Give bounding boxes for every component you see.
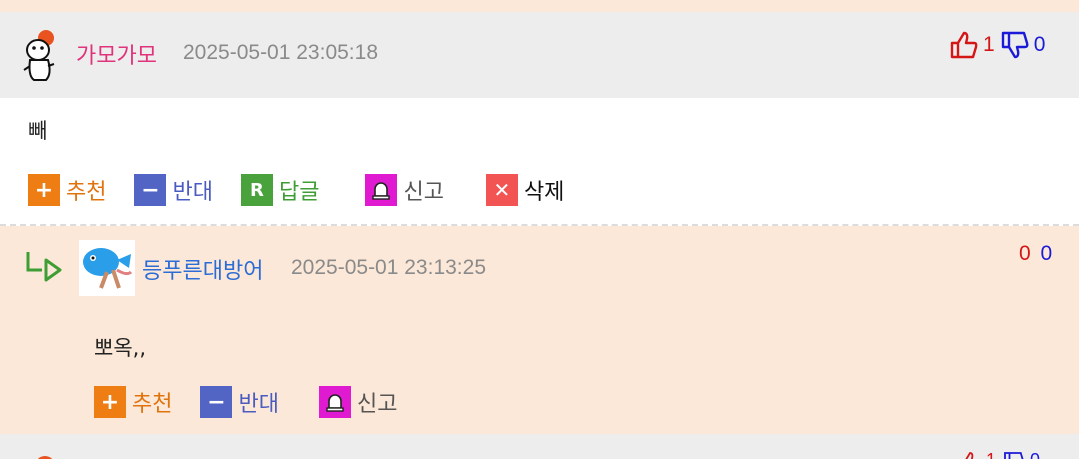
reply-button[interactable]: R 답글: [240, 174, 320, 206]
reply-report-button[interactable]: 신고: [318, 386, 398, 418]
delete-button[interactable]: ✕ 삭제: [485, 174, 565, 206]
reply-author[interactable]: 등푸른대방어: [142, 253, 263, 285]
minus-icon: −: [134, 174, 167, 206]
reply-datetime: 2025-05-01 23:13:25: [291, 256, 486, 279]
comment-text: 빼: [28, 119, 48, 143]
comment-author[interactable]: 가모가모: [76, 38, 157, 70]
dislike-count: 0: [1033, 33, 1046, 56]
thumbs-up-icon[interactable]: [958, 450, 982, 459]
minus-icon: −: [200, 386, 233, 418]
reply-arrow-icon: [26, 252, 62, 282]
thumbs-down-icon[interactable]: [1002, 450, 1026, 459]
next-votes: 1 0: [958, 450, 1040, 459]
reply-votes: 0 0: [1019, 242, 1052, 266]
reply-recommend-button[interactable]: + 추천: [94, 386, 172, 418]
oppose-label: 반대: [238, 392, 279, 417]
report-button[interactable]: 신고: [365, 174, 444, 206]
previous-row-strip: [0, 0, 1079, 12]
report-label: 신고: [403, 180, 444, 205]
comment-actions: + 추천 − 반대 R 답글 신고 ✕ 삭제: [28, 174, 564, 206]
report-label: 신고: [356, 392, 398, 417]
plus-icon: +: [94, 386, 126, 418]
x-icon: ✕: [485, 174, 518, 206]
reply-comment: 등푸른대방어 2025-05-01 23:13:25 0 0 뽀옥,, + 추천…: [0, 226, 1079, 434]
recommend-label: 추천: [66, 180, 107, 205]
thumbs-up-icon[interactable]: [948, 29, 980, 61]
oppose-label: 반대: [172, 180, 213, 205]
fish-avatar-icon[interactable]: [79, 240, 135, 296]
next-avatar-icon: [37, 456, 53, 459]
comment-header: 가모가모 2025-05-01 23:05:18 1 0: [0, 12, 1079, 98]
next-comment-header: 1 0: [0, 434, 1079, 459]
reply-label: 답글: [278, 180, 320, 205]
next-dislike-count: 0: [1030, 450, 1040, 459]
oppose-button[interactable]: − 반대: [134, 174, 213, 206]
thumbs-down-icon[interactable]: [999, 29, 1031, 61]
recommend-button[interactable]: + 추천: [28, 174, 106, 206]
mouse-avatar-icon[interactable]: [20, 28, 60, 84]
reply-oppose-button[interactable]: − 반대: [200, 386, 279, 418]
reply-text: 뽀옥,,: [94, 336, 146, 360]
comment-datetime: 2025-05-01 23:05:18: [183, 41, 378, 64]
plus-icon: +: [28, 174, 60, 206]
alarm-icon: [365, 174, 398, 206]
reply-dislike-count: 0: [1040, 242, 1053, 265]
like-count: 1: [983, 33, 995, 56]
reply-like-count: 0: [1019, 242, 1031, 265]
reply-r-icon: R: [240, 174, 273, 206]
reply-actions: + 추천 − 반대 신고: [94, 386, 397, 418]
comment-votes: 1 0: [948, 28, 1045, 62]
next-like-count: 1: [986, 450, 996, 459]
recommend-label: 추천: [132, 392, 173, 417]
alarm-icon: [318, 386, 351, 418]
delete-label: 삭제: [523, 180, 565, 205]
